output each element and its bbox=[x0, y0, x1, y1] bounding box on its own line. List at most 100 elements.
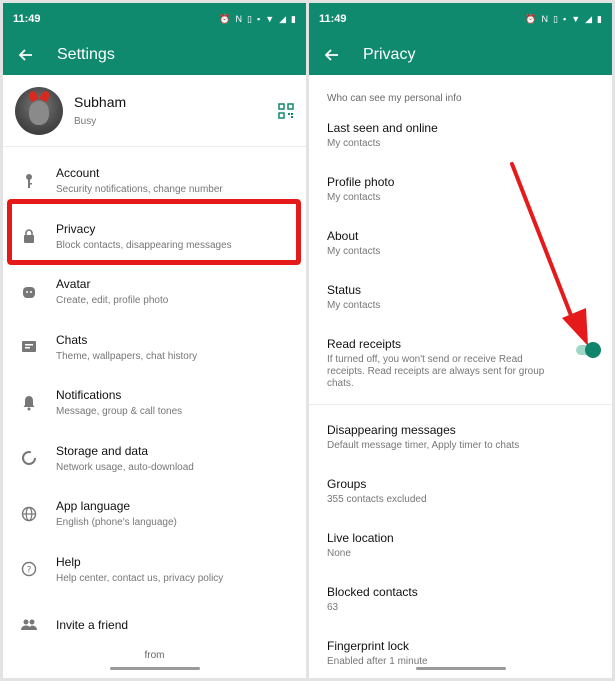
gesture-handle[interactable] bbox=[109, 667, 200, 670]
avatar-face bbox=[29, 100, 49, 125]
globe-icon bbox=[20, 505, 38, 523]
page-title: Settings bbox=[57, 46, 115, 63]
page-title: Privacy bbox=[363, 46, 416, 63]
settings-item-avatar[interactable]: Avatar Create, edit, profile photo bbox=[3, 264, 306, 320]
section-header: Who can see my personal info bbox=[327, 93, 462, 104]
privacy-item-value: My contacts bbox=[327, 138, 381, 149]
settings-item-subtitle: Security notifications, change number bbox=[56, 184, 223, 196]
privacy-item-about[interactable]: About My contacts bbox=[309, 221, 612, 275]
read-receipts-toggle[interactable] bbox=[576, 342, 601, 358]
alarm-icon: ⏰ bbox=[219, 13, 231, 24]
privacy-item-live-location[interactable]: Live location None bbox=[309, 523, 612, 577]
qr-code-icon[interactable] bbox=[278, 102, 294, 119]
settings-item-title: Avatar bbox=[56, 277, 91, 292]
avatar-icon bbox=[20, 283, 38, 301]
privacy-item-title: Disappearing messages bbox=[327, 423, 456, 437]
privacy-highlight-box bbox=[7, 199, 301, 265]
app-bar: Privacy bbox=[309, 35, 612, 75]
privacy-item-value: Enabled after 1 minute bbox=[327, 656, 428, 667]
profile-name: Subham bbox=[74, 94, 127, 110]
privacy-item-disappearing[interactable]: Disappearing messages Default message ti… bbox=[309, 415, 612, 469]
settings-item-storage[interactable]: Storage and data Network usage, auto-down… bbox=[3, 431, 306, 487]
settings-item-subtitle: Create, edit, profile photo bbox=[56, 295, 169, 307]
battery-icon: ▮ bbox=[291, 13, 296, 24]
privacy-item-title: Blocked contacts bbox=[327, 585, 418, 599]
privacy-item-value: 63 bbox=[327, 602, 339, 613]
avatar[interactable] bbox=[15, 86, 63, 135]
privacy-item-value: None bbox=[327, 548, 351, 559]
devil-horn-left bbox=[27, 89, 39, 102]
privacy-item-profile-photo[interactable]: Profile photo My contacts bbox=[309, 167, 612, 221]
help-icon: ? bbox=[20, 560, 38, 578]
status-icons: ⏰ N ▯ ▪ ▼ ◢ ▮ bbox=[219, 14, 296, 25]
app-bar: Settings bbox=[3, 35, 306, 75]
battery-icon: ▮ bbox=[597, 13, 602, 24]
settings-item-subtitle: Network usage, auto-download bbox=[56, 461, 194, 473]
privacy-item-value: My contacts bbox=[327, 300, 381, 311]
profile-row[interactable]: Subham Busy bbox=[3, 75, 306, 147]
settings-item-title: Help bbox=[56, 554, 81, 569]
status-time: 11:49 bbox=[13, 13, 41, 25]
footer-from: from bbox=[144, 650, 165, 661]
settings-item-title: Chats bbox=[56, 332, 88, 347]
wifi-icon: ▼ bbox=[571, 14, 581, 24]
vibrate-icon: ▯ bbox=[553, 13, 558, 24]
privacy-item-title: Fingerprint lock bbox=[327, 639, 410, 653]
privacy-item-title: About bbox=[327, 229, 359, 243]
profile-status: Busy bbox=[74, 116, 97, 127]
people-icon bbox=[20, 616, 38, 634]
privacy-item-groups[interactable]: Groups 355 contacts excluded bbox=[309, 469, 612, 523]
privacy-screen: 11:49 ⏰ N ▯ ▪ ▼ ◢ ▮ Privacy Who can see … bbox=[309, 3, 612, 678]
key-icon bbox=[20, 172, 38, 190]
privacy-item-status[interactable]: Status My contacts bbox=[309, 275, 612, 329]
back-arrow-icon[interactable] bbox=[15, 45, 35, 65]
settings-item-title: Invite a friend bbox=[56, 617, 129, 632]
svg-text:?: ? bbox=[27, 566, 32, 576]
signal-icon: ◢ bbox=[279, 13, 287, 24]
settings-item-help[interactable]: ? Help Help center, contact us, privacy p… bbox=[3, 542, 306, 598]
privacy-item-description: If turned off, you won't send or receive… bbox=[327, 354, 545, 389]
privacy-item-title: Groups bbox=[327, 477, 367, 491]
settings-item-subtitle: Theme, wallpapers, chat history bbox=[56, 350, 198, 362]
privacy-item-value: 355 contacts excluded bbox=[327, 494, 427, 505]
profile-info: Subham Busy bbox=[74, 94, 278, 127]
volte-icon: ▪ bbox=[257, 14, 261, 24]
privacy-item-title: Last seen and online bbox=[327, 121, 438, 135]
bell-icon bbox=[20, 394, 38, 412]
nfc-icon: N bbox=[541, 14, 549, 24]
settings-item-subtitle: Message, group & call tones bbox=[56, 406, 183, 418]
volte-icon: ▪ bbox=[563, 14, 567, 24]
settings-item-chats[interactable]: Chats Theme, wallpapers, chat history bbox=[3, 320, 306, 376]
settings-item-invite[interactable]: Invite a friend bbox=[3, 597, 306, 653]
privacy-item-read-receipts[interactable]: Read receipts If turned off, you won't s… bbox=[309, 329, 612, 405]
toggle-knob bbox=[585, 342, 601, 358]
gesture-handle[interactable] bbox=[415, 667, 506, 670]
privacy-item-value: My contacts bbox=[327, 246, 381, 257]
privacy-item-title: Read receipts bbox=[327, 337, 402, 351]
privacy-item-title: Profile photo bbox=[327, 175, 395, 189]
privacy-item-value: My contacts bbox=[327, 192, 381, 203]
devil-horn-right bbox=[39, 89, 51, 102]
back-arrow-icon[interactable] bbox=[321, 45, 341, 65]
privacy-item-blocked[interactable]: Blocked contacts 63 bbox=[309, 577, 612, 631]
settings-item-subtitle: English (phone's language) bbox=[56, 517, 177, 529]
chat-icon bbox=[20, 338, 38, 356]
status-time: 11:49 bbox=[319, 13, 347, 25]
alarm-icon: ⏰ bbox=[525, 13, 537, 24]
settings-item-title: Notifications bbox=[56, 388, 122, 403]
status-bar: 11:49 ⏰ N ▯ ▪ ▼ ◢ ▮ bbox=[309, 3, 612, 35]
storage-icon bbox=[20, 449, 38, 467]
settings-item-title: App language bbox=[56, 499, 131, 514]
settings-item-title: Account bbox=[56, 166, 100, 181]
screenshot-stage: 11:49 ⏰ N ▯ ▪ ▼ ◢ ▮ Settings Subham Busy… bbox=[0, 0, 615, 681]
vibrate-icon: ▯ bbox=[247, 13, 252, 24]
privacy-item-fingerprint[interactable]: Fingerprint lock Enabled after 1 minute bbox=[309, 631, 612, 678]
signal-icon: ◢ bbox=[585, 13, 593, 24]
settings-screen: 11:49 ⏰ N ▯ ▪ ▼ ◢ ▮ Settings Subham Busy… bbox=[3, 3, 306, 678]
privacy-item-title: Status bbox=[327, 283, 362, 297]
settings-item-notifications[interactable]: Notifications Message, group & call tones bbox=[3, 375, 306, 431]
nfc-icon: N bbox=[235, 14, 243, 24]
privacy-item-value: Default message timer, Apply timer to ch… bbox=[327, 440, 520, 451]
settings-item-language[interactable]: App language English (phone's language) bbox=[3, 486, 306, 542]
privacy-item-last-seen[interactable]: Last seen and online My contacts bbox=[309, 113, 612, 167]
